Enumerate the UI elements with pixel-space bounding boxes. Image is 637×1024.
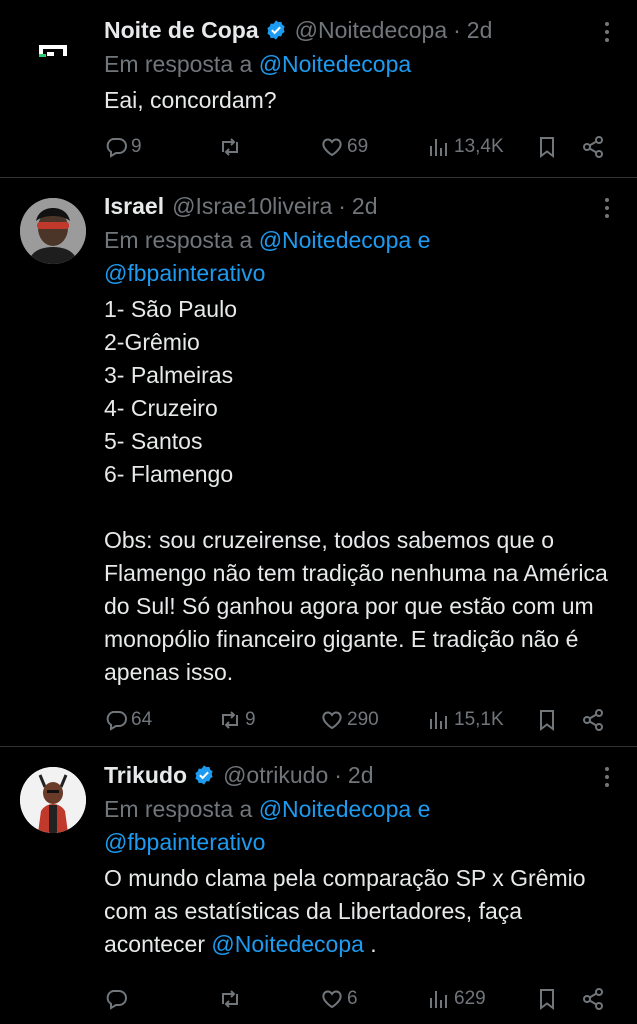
body-mention-link[interactable]: @Noitedecopa <box>211 931 364 957</box>
retweet-button[interactable] <box>218 987 320 1011</box>
reply-icon <box>106 138 127 158</box>
heart-icon <box>322 711 342 730</box>
avatar-column <box>0 759 104 1024</box>
more-options-icon[interactable] <box>605 767 611 789</box>
tweet-actions: 9 69 13,4K <box>104 129 617 165</box>
bookmark-icon <box>540 710 554 731</box>
timestamp[interactable]: 2d <box>352 193 378 220</box>
retweet-icon <box>222 711 238 729</box>
avatar[interactable] <box>20 767 86 833</box>
tweet-header: Trikudo @otrikudo · 2d <box>104 759 617 791</box>
analytics-icon <box>430 991 447 1008</box>
share-icon <box>583 709 603 731</box>
analytics-icon <box>430 139 447 156</box>
views-button[interactable]: 13,4K <box>427 135 535 159</box>
reply-count: 64 <box>131 709 153 730</box>
like-count: 290 <box>347 709 379 730</box>
tweet[interactable]: Noite de Copa @Noitedecopa · 2d Em respo… <box>0 0 637 178</box>
share-icon <box>583 988 603 1010</box>
tweet-actions: 64 9 290 15,1K <box>104 702 617 738</box>
reply-mention-link[interactable]: @Noitedecopa e <box>259 796 431 822</box>
views-button[interactable]: 629 <box>427 987 535 1011</box>
reply-mention-link[interactable]: @fbpainterativo <box>104 260 265 286</box>
avatar-column <box>0 14 104 177</box>
views-button[interactable]: 15,1K <box>427 708 535 732</box>
tweet-text: O mundo clama pela comparação SP x Grêmi… <box>104 862 617 961</box>
reply-prefix: Em resposta a <box>104 227 253 253</box>
retweet-icon <box>222 990 238 1008</box>
reply-icon <box>106 711 127 731</box>
tweet-text: Eai, concordam? <box>104 87 277 113</box>
display-name[interactable]: Noite de Copa <box>104 17 259 44</box>
view-count: 15,1K <box>454 709 504 730</box>
separator-dot: · <box>338 192 346 219</box>
user-photo-icon <box>20 198 86 264</box>
reply-mention-link[interactable]: @fbpainterativo <box>104 829 265 855</box>
tweet-header: Israel @Israe10liveira · 2d <box>104 190 617 222</box>
retweet-count: 9 <box>245 709 256 730</box>
reply-count: 9 <box>131 136 142 157</box>
reply-button[interactable]: 64 <box>104 708 218 732</box>
reply-icon <box>106 990 127 1010</box>
reply-mention-link[interactable]: @Noitedecopa <box>259 51 412 77</box>
retweet-button[interactable] <box>218 135 320 159</box>
reply-mention-link[interactable]: @Noitedecopa e <box>259 227 431 253</box>
verified-badge-icon <box>195 765 213 785</box>
more-options-icon[interactable] <box>605 22 611 44</box>
bookmark-button[interactable] <box>535 135 581 159</box>
timestamp[interactable]: 2d <box>467 17 493 44</box>
share-button[interactable] <box>581 708 611 732</box>
reply-button[interactable]: 9 <box>104 135 218 159</box>
analytics-icon <box>430 712 447 729</box>
tweet-text: 1- São Paulo 2-Grêmio 3- Palmeiras 4- Cr… <box>104 296 608 685</box>
handle[interactable]: @Noitedecopa <box>295 17 448 44</box>
devil-mascot-icon <box>20 767 86 833</box>
avatar[interactable] <box>20 22 86 88</box>
bookmark-button[interactable] <box>535 987 581 1011</box>
reply-context: Em resposta a @Noitedecopa e @fbpaintera… <box>104 224 617 290</box>
tweet-header: Noite de Copa @Noitedecopa · 2d <box>104 14 617 46</box>
tweet[interactable]: Israel @Israe10liveira · 2d Em resposta … <box>0 178 637 747</box>
display-name[interactable]: Trikudo <box>104 762 187 789</box>
more-options-icon[interactable] <box>605 198 611 220</box>
retweet-icon <box>222 138 238 156</box>
share-icon <box>583 136 603 158</box>
reply-context: Em resposta a @Noitedecopa <box>104 48 617 81</box>
verified-badge-icon <box>267 20 285 40</box>
view-count: 13,4K <box>454 136 504 157</box>
handle[interactable]: @Israe10liveira <box>172 193 332 220</box>
retweet-button[interactable]: 9 <box>218 708 320 732</box>
tweet-content: Trikudo @otrikudo · 2d Em resposta a @No… <box>104 759 637 1024</box>
heart-icon <box>322 990 342 1009</box>
tweet-text-suffix: . <box>363 931 377 957</box>
tweet-content: Noite de Copa @Noitedecopa · 2d Em respo… <box>104 14 637 177</box>
share-button[interactable] <box>581 135 611 159</box>
view-count: 629 <box>454 988 486 1009</box>
like-button[interactable]: 6 <box>320 987 427 1011</box>
noite-de-copa-logo-icon <box>39 45 67 57</box>
reply-prefix: Em resposta a <box>104 796 253 822</box>
avatar-column <box>0 190 104 746</box>
handle[interactable]: @otrikudo <box>223 762 328 789</box>
timestamp[interactable]: 2d <box>348 762 374 789</box>
heart-icon <box>322 138 342 157</box>
bookmark-icon <box>540 989 554 1010</box>
reply-prefix: Em resposta a <box>104 51 253 77</box>
like-button[interactable]: 69 <box>320 135 427 159</box>
separator-dot: · <box>453 16 461 43</box>
tweet-actions: 6 629 <box>104 981 617 1017</box>
bookmark-icon <box>540 137 554 158</box>
reply-button[interactable] <box>104 987 218 1011</box>
bookmark-button[interactable] <box>535 708 581 732</box>
avatar[interactable] <box>20 198 86 264</box>
reply-context: Em resposta a @Noitedecopa e @fbpaintera… <box>104 793 617 859</box>
like-count: 6 <box>347 988 358 1009</box>
like-count: 69 <box>347 136 369 157</box>
separator-dot: · <box>334 761 342 788</box>
display-name[interactable]: Israel <box>104 193 164 220</box>
share-button[interactable] <box>581 987 611 1011</box>
tweet-content: Israel @Israe10liveira · 2d Em resposta … <box>104 190 637 746</box>
tweet[interactable]: Trikudo @otrikudo · 2d Em resposta a @No… <box>0 747 637 1024</box>
like-button[interactable]: 290 <box>320 708 427 732</box>
